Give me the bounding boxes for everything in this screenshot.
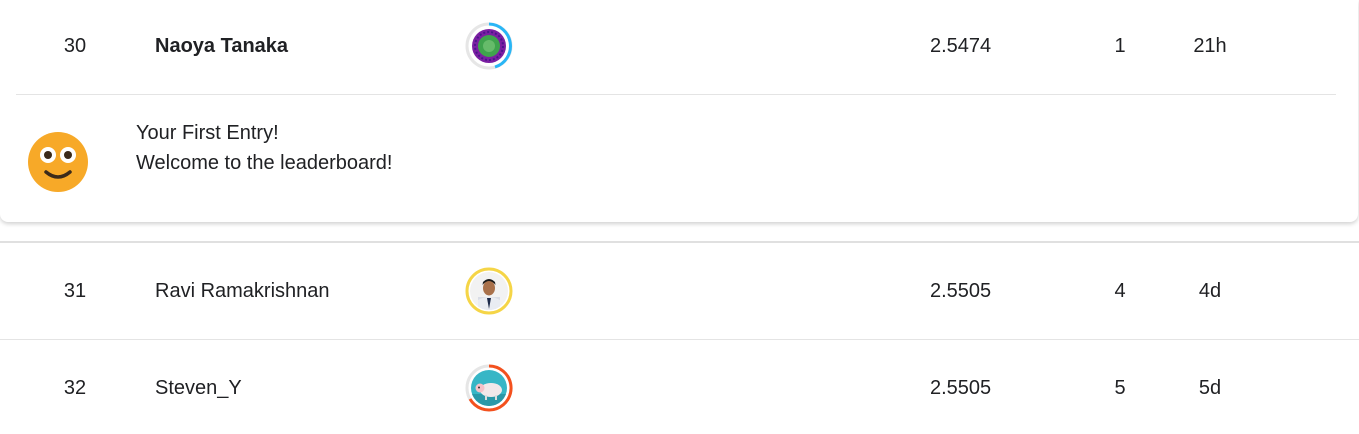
person-photo-avatar[interactable]: [465, 267, 513, 315]
last-submission-cell: 5d: [1198, 377, 1222, 399]
rank-cell: 30: [63, 35, 87, 57]
banner-title: Your First Entry!: [136, 122, 279, 144]
team-name[interactable]: Naoya Tanaka: [155, 34, 288, 58]
score-cell: 2.5474: [930, 35, 992, 57]
smiley-face-icon: [28, 132, 88, 192]
entries-cell: 4: [1114, 280, 1126, 302]
leaderboard-row[interactable]: 32 Steven_Y 2.5505 5 5d: [0, 340, 1359, 434]
entries-cell: 5: [1114, 377, 1126, 399]
leaderboard-row[interactable]: 31 Ravi Ramakrishnan 2.5505 4 4d: [0, 243, 1359, 339]
score-cell: 2.5505: [930, 280, 992, 302]
row-divider: [16, 94, 1336, 95]
entries-cell: 1: [1114, 35, 1126, 57]
team-name[interactable]: Ravi Ramakrishnan: [155, 279, 330, 303]
last-submission-cell: 21h: [1193, 35, 1227, 57]
score-cell: 2.5505: [930, 377, 992, 399]
rank-cell: 32: [63, 377, 87, 399]
purple-green-swirl-avatar[interactable]: [465, 22, 513, 70]
leaderboard-row-current[interactable]: 30 Naoya Tanaka 2.5474 1 21h: [0, 0, 1359, 94]
sheep-picture-avatar[interactable]: [465, 364, 513, 412]
first-entry-card: 30 Naoya Tanaka 2.5474 1 21h Your First …: [0, 0, 1358, 222]
team-name[interactable]: Steven_Y: [155, 376, 242, 400]
rank-cell: 31: [63, 280, 87, 302]
last-submission-cell: 4d: [1198, 280, 1222, 302]
banner-message: Welcome to the leaderboard!: [136, 152, 393, 174]
